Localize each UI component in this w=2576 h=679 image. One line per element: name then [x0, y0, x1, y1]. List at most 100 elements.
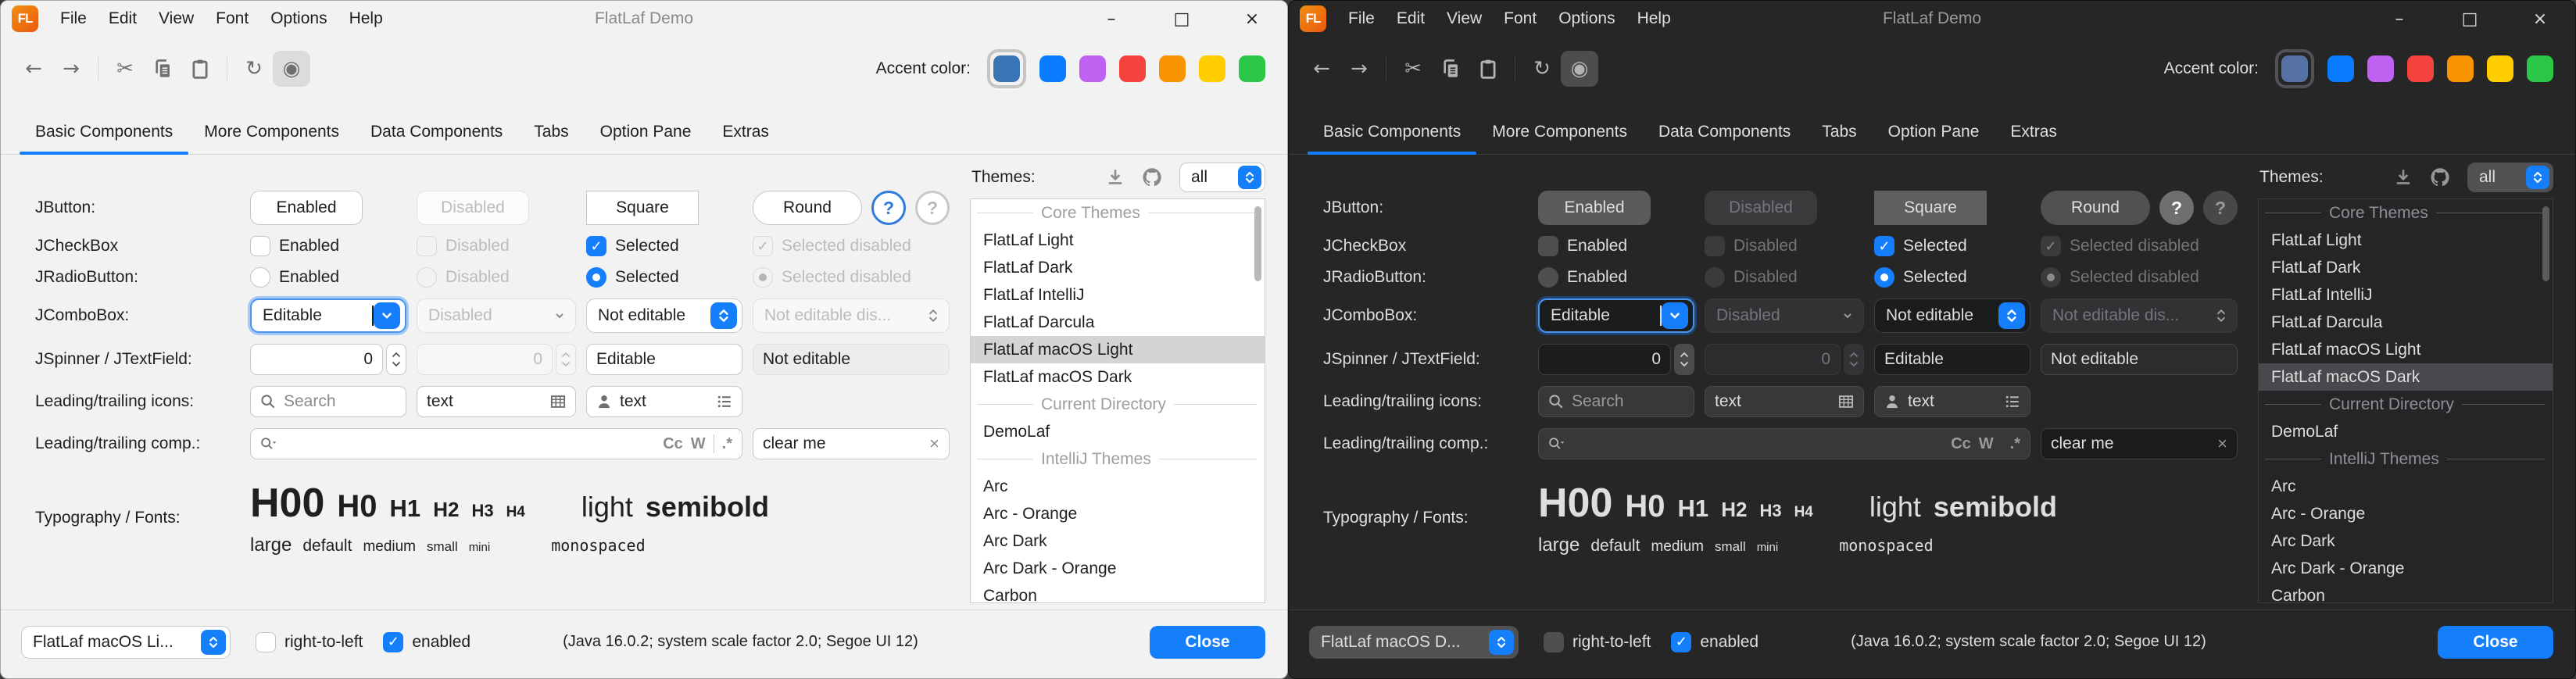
menu-help[interactable]: Help	[338, 3, 394, 34]
spinner-buttons[interactable]	[1674, 344, 1694, 375]
download-themes-button[interactable]	[1106, 168, 1125, 187]
spinner-value[interactable]: 0	[1538, 344, 1671, 375]
look-and-feel-stepper[interactable]	[1489, 630, 1514, 655]
combobox-editable[interactable]: Editable	[250, 298, 406, 333]
theme-list-item[interactable]: Arc Dark	[2259, 527, 2553, 555]
theme-list-item[interactable]: DemoLaf	[2259, 418, 2553, 445]
radio-enabled[interactable]: Enabled	[250, 267, 406, 288]
theme-list-item[interactable]: FlatLaf macOS Light	[971, 336, 1265, 363]
regex-button[interactable]: .*	[2010, 435, 2020, 453]
theme-list-item[interactable]: FlatLaf Darcula	[971, 309, 1265, 336]
accent-swatch-yellow[interactable]	[1199, 55, 1225, 82]
textfield-editable-value[interactable]: Editable	[1884, 350, 1944, 369]
github-button[interactable]	[2430, 167, 2450, 188]
tab-tabs[interactable]: Tabs	[518, 112, 584, 154]
radio-selected[interactable]: Selected	[586, 267, 742, 288]
theme-list-item[interactable]: Carbon	[2259, 582, 2553, 603]
tab-data-components[interactable]: Data Components	[1643, 112, 1806, 154]
text-field-calendar[interactable]: text	[1705, 386, 1864, 417]
combobox-not-editable[interactable]: Not editable	[586, 298, 742, 333]
theme-list-item[interactable]: FlatLaf IntelliJ	[2259, 281, 2553, 309]
menu-view[interactable]: View	[148, 3, 205, 34]
checkbox-checked-icon[interactable]: ✓	[586, 236, 606, 256]
search-dropdown-button[interactable]	[1548, 436, 1565, 452]
search-with-options-field[interactable]: Cc W .*	[1538, 428, 2030, 459]
clear-icon[interactable]: ×	[2217, 434, 2227, 454]
look-and-feel-stepper[interactable]	[201, 630, 226, 655]
accent-swatch-yellow[interactable]	[2487, 55, 2513, 82]
combobox-editable-value[interactable]: Editable	[1551, 306, 1659, 325]
close-window-button[interactable]: ×	[1217, 1, 1287, 37]
refresh-button[interactable]: ↻	[1523, 51, 1561, 87]
maximize-button[interactable]: □	[1147, 1, 1217, 37]
theme-list-item[interactable]: Arc Dark - Orange	[971, 555, 1265, 582]
text-field-calendar[interactable]: text	[417, 386, 576, 417]
look-and-feel-combobox[interactable]: FlatLaf macOS Li...	[21, 626, 231, 659]
enabled-checkbox[interactable]: ✓ enabled	[1671, 632, 1758, 652]
hover-toggle-button[interactable]: ◉	[1561, 51, 1598, 87]
theme-list-item[interactable]: Carbon	[971, 582, 1265, 603]
minimize-button[interactable]: –	[1076, 1, 1147, 37]
accent-swatch-purple[interactable]	[1079, 55, 1106, 82]
tab-tabs[interactable]: Tabs	[1806, 112, 1872, 154]
accent-swatch-orange[interactable]	[1159, 55, 1186, 82]
tab-option-pane[interactable]: Option Pane	[1873, 112, 1995, 154]
look-and-feel-combobox[interactable]: FlatLaf macOS D...	[1309, 626, 1519, 659]
combobox-editable-value[interactable]: Editable	[263, 306, 371, 325]
menu-font[interactable]: Font	[205, 3, 259, 34]
minimize-button[interactable]: –	[2364, 1, 2435, 37]
combobox-stepper-button[interactable]	[710, 302, 737, 329]
textfield-editable[interactable]: Editable	[1874, 344, 2030, 375]
paste-button[interactable]	[181, 51, 219, 87]
match-case-button[interactable]: Cc	[1951, 435, 1971, 453]
theme-list-item[interactable]: Arc - Orange	[2259, 500, 2553, 527]
close-window-button[interactable]: ×	[2505, 1, 2575, 37]
textfield-editable[interactable]: Editable	[586, 344, 742, 375]
search-field[interactable]: Search	[250, 386, 406, 417]
search-with-options-field[interactable]: Cc W .*	[250, 428, 742, 459]
accent-swatch-blue[interactable]	[2327, 55, 2354, 82]
square-button[interactable]: Square	[1874, 191, 1987, 225]
tab-more-components[interactable]: More Components	[188, 112, 355, 154]
text-field-user-list[interactable]: text	[586, 386, 742, 417]
checkbox-selected[interactable]: ✓ Selected	[1874, 236, 2030, 256]
themes-filter-combobox[interactable]: all	[2467, 163, 2553, 192]
theme-list-item[interactable]: Arc Dark	[971, 527, 1265, 555]
square-button[interactable]: Square	[586, 191, 699, 225]
theme-list-item[interactable]: FlatLaf macOS Light	[2259, 336, 2553, 363]
theme-list-item[interactable]: DemoLaf	[971, 418, 1265, 445]
help-button[interactable]: ?	[871, 191, 906, 225]
back-button[interactable]: ←	[15, 51, 52, 87]
spinner-enabled[interactable]: 0	[1538, 344, 1694, 375]
clear-me-field[interactable]: clear me ×	[753, 428, 950, 459]
spinner-enabled[interactable]: 0	[250, 344, 406, 375]
accent-swatch-green[interactable]	[1239, 55, 1265, 82]
checkbox-enabled[interactable]: Enabled	[1538, 236, 1694, 256]
tab-extras[interactable]: Extras	[1995, 112, 2073, 154]
right-to-left-checkbox[interactable]: right-to-left	[1544, 632, 1651, 652]
forward-button[interactable]: →	[1340, 51, 1378, 87]
back-button[interactable]: ←	[1303, 51, 1340, 87]
theme-list-item[interactable]: FlatLaf macOS Dark	[971, 363, 1265, 391]
round-button[interactable]: Round	[753, 191, 862, 225]
search-field[interactable]: Search	[1538, 386, 1694, 417]
spinner-value[interactable]: 0	[250, 344, 383, 375]
text-field-value[interactable]: text	[1715, 392, 1830, 411]
right-to-left-checkbox[interactable]: right-to-left	[256, 632, 363, 652]
combobox-not-editable[interactable]: Not editable	[1874, 298, 2030, 333]
radio-selected[interactable]: Selected	[1874, 267, 2030, 288]
radio-icon[interactable]	[250, 267, 270, 288]
combobox-stepper-button[interactable]	[1998, 302, 2025, 329]
menu-help[interactable]: Help	[1626, 3, 1682, 34]
copy-button[interactable]	[1432, 51, 1469, 87]
theme-list-item[interactable]: FlatLaf Light	[971, 227, 1265, 254]
text-field-value[interactable]: text	[1908, 392, 1997, 411]
combobox-arrow-button[interactable]	[374, 302, 400, 329]
search-dropdown-button[interactable]	[260, 436, 277, 452]
checkbox-icon[interactable]	[1544, 632, 1564, 652]
spinner-buttons[interactable]	[386, 344, 406, 375]
theme-list-item[interactable]: Arc Dark - Orange	[2259, 555, 2553, 582]
menu-view[interactable]: View	[1436, 3, 1493, 34]
themes-filter-combobox[interactable]: all	[1179, 163, 1265, 192]
textfield-editable-value[interactable]: Editable	[596, 350, 656, 369]
